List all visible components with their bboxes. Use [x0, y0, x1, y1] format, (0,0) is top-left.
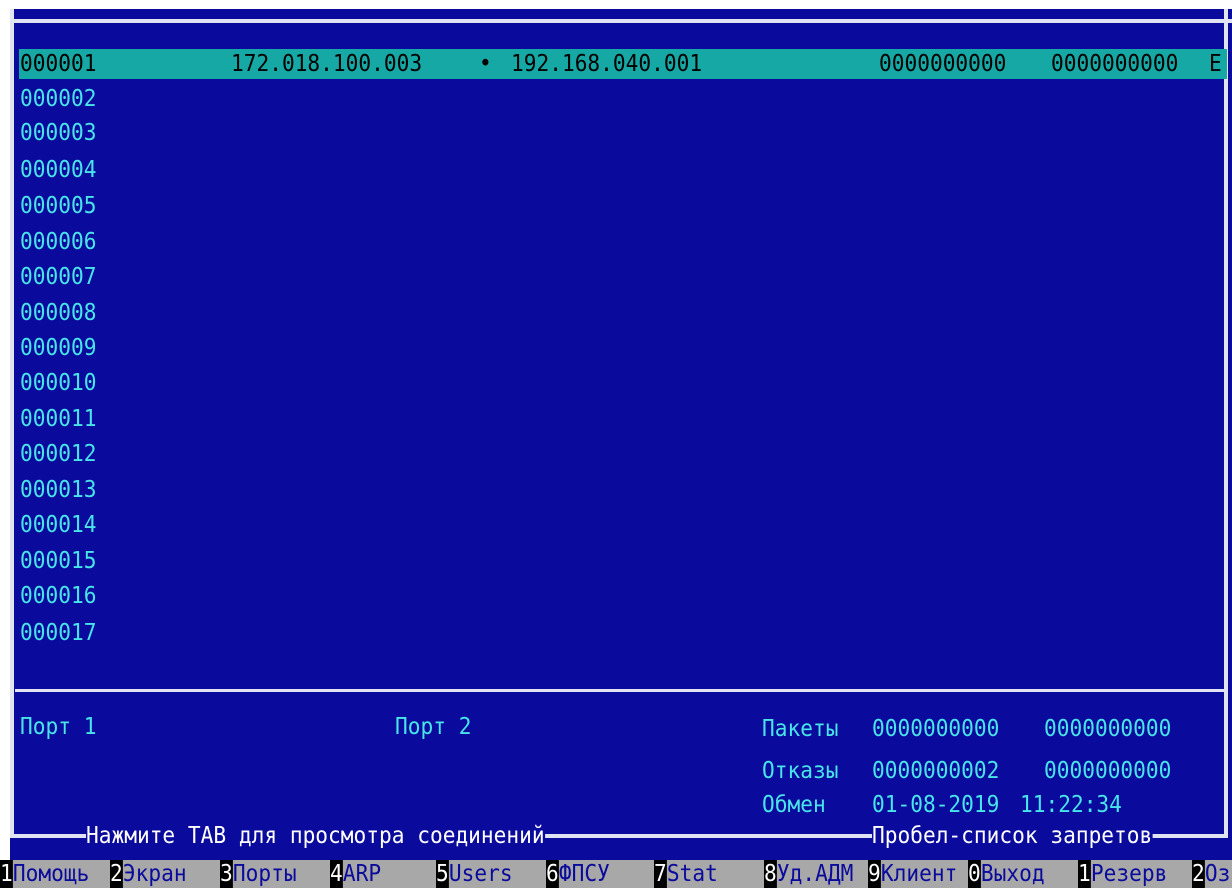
f10-exit-key[interactable]: 0Выход	[968, 860, 1045, 888]
exchange-label: Обмен	[762, 792, 826, 818]
panel-divider-line	[15, 689, 1227, 692]
failures-value-2: 0000000000	[1044, 758, 1172, 784]
frame-top-line	[10, 19, 1232, 23]
connection-row[interactable]: 000005	[20, 192, 96, 220]
exchange-date: 01-08-2019	[872, 792, 1000, 818]
frame-right-line	[1224, 9, 1228, 835]
connection-row[interactable]: 000011	[20, 405, 96, 433]
source-ip: 172.018.100.003	[231, 51, 423, 77]
packets-value-2: 0000000000	[1044, 716, 1172, 742]
connection-row[interactable]: 000015	[20, 547, 96, 575]
packets-value-1: 0000000000	[872, 716, 1000, 742]
connection-row-selected[interactable]: 000001 172.018.100.003 • 192.168.040.001…	[19, 49, 1227, 79]
f5-users-key[interactable]: 5Users	[436, 860, 513, 888]
failures-label: Отказы	[762, 758, 839, 784]
packets-label: Пакеты	[762, 716, 839, 742]
connection-row[interactable]: 000007	[20, 263, 96, 291]
row-id: 000001	[20, 51, 97, 77]
connection-row[interactable]: 000009	[20, 334, 96, 362]
f11-reserve-key[interactable]: 1Резерв	[1078, 860, 1167, 888]
connection-row[interactable]: 000003	[20, 119, 96, 147]
f3-ports-key[interactable]: 3Порты	[220, 860, 297, 888]
destination-ip: 192.168.040.001	[511, 51, 703, 77]
frame-left-line	[10, 9, 14, 835]
port2-label: Порт 2	[395, 714, 472, 740]
f4-arp-key[interactable]: 4ARP	[330, 860, 381, 888]
tab-hint: Нажмите TAB для просмотра соединений	[86, 823, 545, 849]
connection-row[interactable]: 000014	[20, 511, 96, 539]
space-hint: Пробел-список запретов	[872, 823, 1153, 849]
port1-label: Порт 1	[20, 714, 97, 740]
f7-stat-key[interactable]: 7Stat	[654, 860, 718, 888]
terminal-screen: 000001 172.018.100.003 • 192.168.040.001…	[10, 9, 1232, 888]
f2-screen-key[interactable]: 2Экран	[110, 860, 187, 888]
direction-arrow: •	[479, 51, 492, 77]
f6-fpsu-key[interactable]: 6ФПСУ	[546, 860, 610, 888]
f8-remote-admin-key[interactable]: 8Уд.АДМ	[764, 860, 853, 888]
connection-row[interactable]: 000010	[20, 369, 96, 397]
counter-1: 0000000000	[879, 51, 1007, 77]
f12-key[interactable]: 2Оз	[1192, 860, 1230, 888]
connection-row[interactable]: 000002	[20, 85, 96, 113]
connection-row[interactable]: 000006	[20, 228, 96, 256]
connection-row[interactable]: 000016	[20, 582, 96, 610]
f9-client-key[interactable]: 9Клиент	[868, 860, 957, 888]
counter-2: 0000000000	[1051, 51, 1179, 77]
f1-help-key[interactable]: 1Помощь	[0, 860, 89, 888]
failures-value-1: 0000000002	[872, 758, 1000, 784]
row-flag: E	[1209, 51, 1222, 77]
connection-row[interactable]: 000017	[20, 619, 96, 647]
connection-row[interactable]: 000008	[20, 299, 96, 327]
exchange-time: 11:22:34	[1020, 792, 1122, 818]
function-key-bar: 1Помощь 2Экран 3Порты 4ARP 5Users 6ФПСУ …	[0, 860, 1232, 888]
connection-row[interactable]: 000004	[20, 156, 96, 184]
connection-row[interactable]: 000013	[20, 476, 96, 504]
connection-row[interactable]: 000012	[20, 440, 96, 468]
